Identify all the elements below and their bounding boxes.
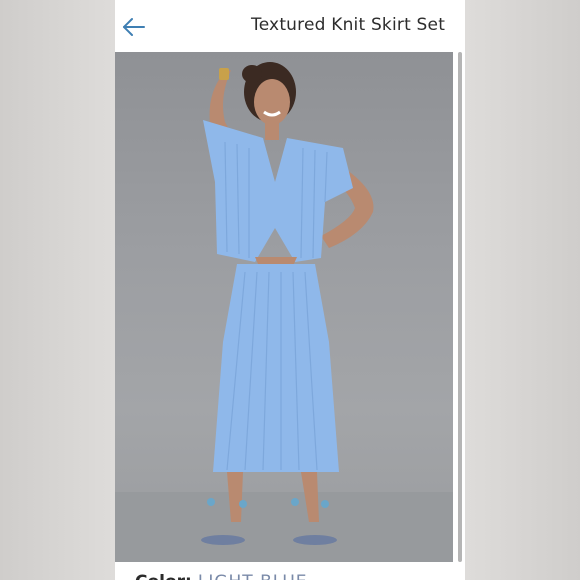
model-illustration xyxy=(115,62,453,562)
arrow-left-icon xyxy=(123,18,145,36)
phone-screen: Textured Knit Skirt Set xyxy=(115,0,465,580)
page-title: Textured Knit Skirt Set xyxy=(251,15,446,35)
back-button[interactable] xyxy=(121,14,147,40)
product-details: Color: LIGHT BLUE xyxy=(115,562,465,580)
color-label: Color: xyxy=(135,572,192,580)
background-right xyxy=(465,0,580,580)
color-row: Color: LIGHT BLUE xyxy=(135,572,308,580)
color-value: LIGHT BLUE xyxy=(198,572,308,580)
scrollbar[interactable] xyxy=(458,52,462,562)
product-image[interactable] xyxy=(115,52,453,562)
top-bar: Textured Knit Skirt Set xyxy=(115,0,465,52)
background-left xyxy=(0,0,115,580)
